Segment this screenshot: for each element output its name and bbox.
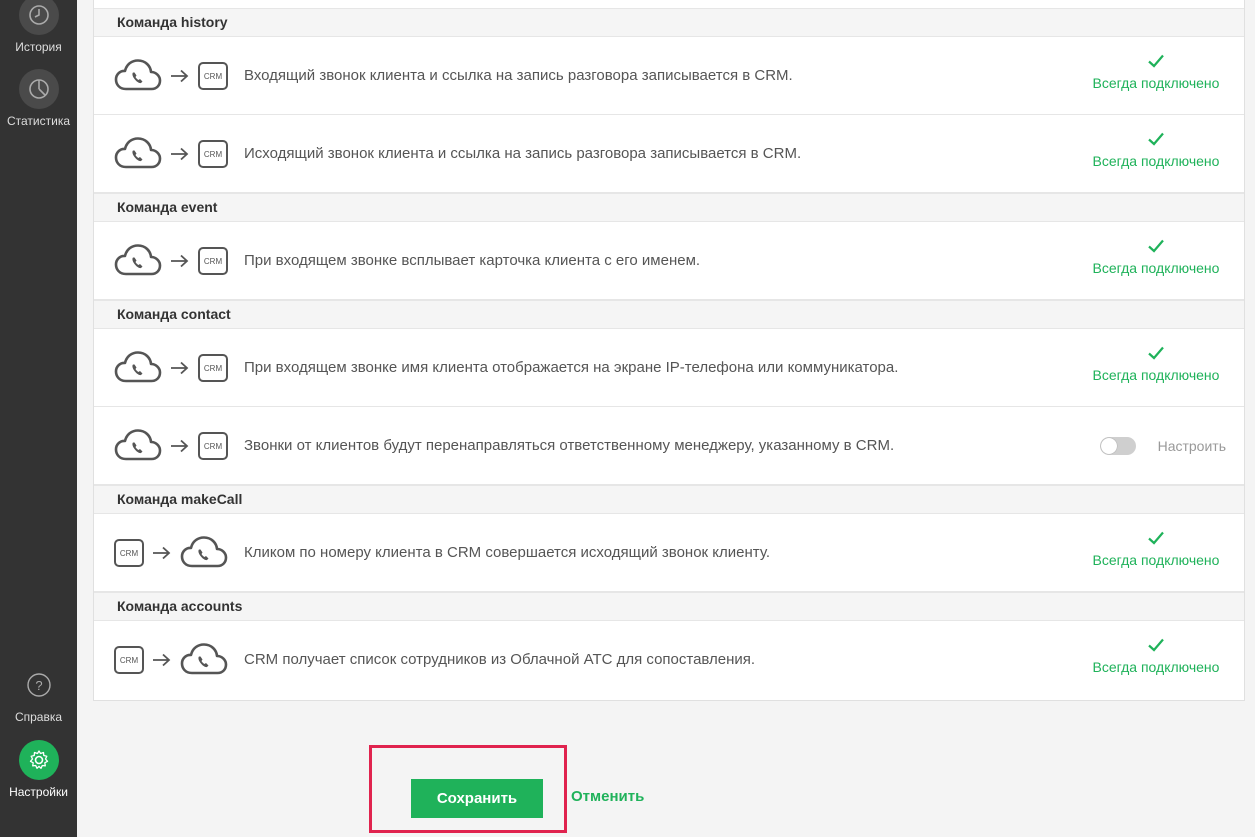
flow-diagram: CRM [114,37,228,115]
setup-control: Настроить [1099,407,1226,485]
cloud-phone-icon [114,59,162,91]
arrow-right-icon [153,546,171,560]
crm-icon: CRM [198,247,228,275]
status-always-on: Всегда подключено [1086,51,1226,91]
crm-icon: CRM [198,432,228,460]
section-header-history: Команда history [94,8,1244,37]
arrow-right-icon [171,69,189,83]
sidebar-item-help[interactable]: ? Справка [0,665,77,724]
check-icon [1148,54,1164,68]
sidebar-item-label: Настройки [9,785,68,799]
sidebar-item-history[interactable]: История [0,0,77,54]
arrow-right-icon [171,147,189,161]
status-label: Всегда подключено [1092,552,1220,568]
check-icon [1148,132,1164,146]
save-button[interactable]: Сохранить [411,779,543,818]
crm-icon: CRM [198,354,228,382]
section-header-accounts: Команда accounts [94,592,1244,621]
flow-diagram: CRM [114,115,228,193]
status-always-on: Всегда подключено [1086,236,1226,276]
command-row: CRM При входящем звонке всплывает карточк… [94,222,1244,300]
flow-diagram: CRM [114,222,228,300]
command-description: При входящем звонке имя клиента отобража… [244,359,899,376]
sidebar-item-label: Справка [14,710,63,724]
crm-icon: CRM [114,646,144,674]
command-row: CRM Исходящий звонок клиента и ссылка на … [94,115,1244,193]
flow-diagram: CRM [114,621,228,699]
arrow-right-icon [153,653,171,667]
sidebar-item-settings[interactable]: Настройки [0,740,77,799]
setup-link[interactable]: Настроить [1158,438,1226,454]
flow-diagram: CRM [114,407,228,485]
crm-icon: CRM [114,539,144,567]
command-row: CRM Кликом по номеру клиента в CRM соверш… [94,514,1244,592]
sidebar-item-label: История [15,40,62,54]
check-icon [1148,638,1164,652]
toggle-knob [1100,438,1117,454]
status-always-on: Всегда подключено [1086,129,1226,169]
status-label: Всегда подключено [1092,367,1220,383]
svg-text:?: ? [35,678,42,693]
status-always-on: Всегда подключено [1086,343,1226,383]
sidebar-item-label: Статистика [6,114,71,128]
cancel-link[interactable]: Отменить [571,788,644,805]
cloud-phone-icon [114,429,162,461]
status-label: Всегда подключено [1092,75,1220,91]
command-description: Кликом по номеру клиента в CRM совершает… [244,544,770,561]
pie-chart-icon [18,69,59,109]
command-description: При входящем звонке всплывает карточка к… [244,252,701,269]
cloud-phone-icon [114,137,162,169]
command-row: CRM При входящем звонке имя клиента отобр… [94,329,1244,407]
arrow-right-icon [171,361,189,375]
command-row: CRM CRM получает список сотрудников из Об… [94,621,1244,699]
section-header-event: Команда event [94,193,1244,222]
status-always-on: Всегда подключено [1086,635,1226,675]
sidebar: История Статистика ? Справка Настройки [0,0,77,837]
check-icon [1148,531,1164,545]
section-header-makecall: Команда makeCall [94,485,1244,514]
check-icon [1148,239,1164,253]
command-row: CRM Звонки от клиентов будут перенаправля… [94,407,1244,485]
status-label: Всегда подключено [1092,659,1220,675]
status-label: Всегда подключено [1092,153,1220,169]
arrow-right-icon [171,439,189,453]
command-description: Исходящий звонок клиента и ссылка на зап… [244,145,802,162]
check-icon [1148,346,1164,360]
command-row: CRM Входящий звонок клиента и ссылка на з… [94,37,1244,115]
section-header-contact: Команда contact [94,300,1244,329]
flow-diagram: CRM [114,329,228,407]
sidebar-item-statistics[interactable]: Статистика [0,69,77,128]
arrow-right-icon [171,254,189,268]
flow-diagram: CRM [114,514,228,592]
cloud-phone-icon [114,244,162,276]
help-icon: ? [19,665,59,705]
integration-commands-panel: Команда history CRM Входящий звонок клиен… [93,0,1245,701]
cloud-phone-icon [180,536,228,568]
status-label: Всегда подключено [1092,260,1220,276]
status-always-on: Всегда подключено [1086,528,1226,568]
redirect-toggle[interactable] [1099,437,1136,455]
crm-icon: CRM [198,62,228,90]
cloud-phone-icon [114,351,162,383]
cloud-phone-icon [180,643,228,675]
command-description: Звонки от клиентов будут перенаправлятьс… [244,437,895,454]
crm-icon: CRM [198,140,228,168]
clock-icon [18,0,59,35]
command-description: Входящий звонок клиента и ссылка на запи… [244,67,793,84]
command-description: CRM получает список сотрудников из Облач… [244,651,756,668]
gear-icon [18,740,59,780]
